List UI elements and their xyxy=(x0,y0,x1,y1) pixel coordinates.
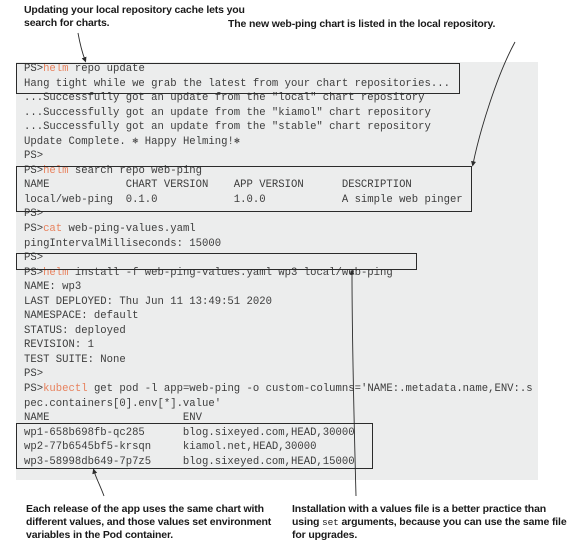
terminal-command-args: search repo web-ping xyxy=(68,164,203,177)
terminal-line: PS>helm repo update xyxy=(16,62,538,77)
terminal-line: PS>helm search repo web-ping xyxy=(16,164,538,179)
terminal-line: wp1-658b698fb-qc285 blog.sixeyed.com,HEA… xyxy=(24,426,355,439)
terminal-line: ...Successfully got an update from the "… xyxy=(24,106,431,119)
terminal-line: wp2-77b6545bf5-krsqn kiamol.net,HEAD,300… xyxy=(24,441,317,454)
terminal-prompt: PS> xyxy=(24,164,44,177)
terminal-prompt: PS> xyxy=(24,63,44,75)
terminal-line: NAMESPACE: default xyxy=(24,310,139,323)
terminal-line: TEST SUITE: None xyxy=(24,353,126,366)
terminal-line: PS>cat web-ping-values.yaml xyxy=(16,222,538,237)
terminal-line: pec.containers[0].env[*].value' xyxy=(24,397,222,410)
terminal-line: PS>helm install -f web-ping-values.yaml … xyxy=(16,266,538,281)
leader-top-left xyxy=(77,32,87,63)
terminal-window[interactable]: PS>helm repo update Hang tight while we g… xyxy=(16,62,538,480)
caption-bottom-left: Each release of the app uses the same ch… xyxy=(26,503,272,542)
terminal-command-args: install -f web-ping-values.yaml wp3 loca… xyxy=(68,266,393,279)
terminal-line: NAME: wp3 xyxy=(24,281,82,294)
terminal-line: PS> xyxy=(24,252,44,265)
terminal-line: PS> xyxy=(24,208,44,221)
terminal-line: PS> xyxy=(24,150,44,163)
caption-top-left: Updating your local repository cache let… xyxy=(24,4,245,30)
terminal-line: PS>kubectl get pod -l app=web-ping -o cu… xyxy=(16,382,538,397)
terminal-line: NAME CHART VERSION APP VERSION DESCRIPTI… xyxy=(24,179,412,192)
terminal-line: ...Successfully got an update from the "… xyxy=(24,92,425,105)
terminal-prompt: PS> xyxy=(24,223,44,236)
terminal-command-args: web-ping-values.yaml xyxy=(62,223,196,236)
terminal-command-keyword: kubectl xyxy=(43,383,88,396)
caption-bottom-right-code: set xyxy=(322,517,339,529)
terminal-line: Update Complete. ⎈ Happy Helming!⎈ xyxy=(24,135,241,148)
terminal-line: pingIntervalMilliseconds: 15000 xyxy=(24,237,222,250)
terminal-line: LAST DEPLOYED: Thu Jun 11 13:49:51 2020 xyxy=(24,295,272,308)
caption-top-right: The new web-ping chart is listed in the … xyxy=(228,18,496,30)
terminal-command-keyword: helm xyxy=(43,164,69,177)
terminal-line: ...Successfully got an update from the "… xyxy=(24,121,431,134)
terminal-output: PS>helm repo update Hang tight while we g… xyxy=(16,62,538,469)
terminal-line: REVISION: 1 xyxy=(24,339,94,352)
terminal-command-keyword: cat xyxy=(43,223,63,236)
terminal-command-args: get pod -l app=web-ping -o custom-column… xyxy=(87,383,533,396)
terminal-line: Hang tight while we grab the latest from… xyxy=(24,77,450,90)
terminal-line: wp3-58998db649-7p7z5 blog.sixeyed.com,HE… xyxy=(24,455,355,468)
terminal-command-keyword: helm xyxy=(43,63,69,75)
terminal-line: STATUS: deployed xyxy=(24,324,126,337)
terminal-command-args: repo update xyxy=(68,63,145,75)
caption-bottom-right: Installation with a values file is a bet… xyxy=(292,503,572,543)
terminal-prompt: PS> xyxy=(24,383,44,396)
terminal-line: NAME ENV xyxy=(24,412,203,425)
terminal-command-keyword: helm xyxy=(43,266,69,279)
terminal-line: PS> xyxy=(24,368,44,381)
terminal-line: local/web-ping 0.1.0 1.0.0 A simple web … xyxy=(24,193,463,206)
terminal-prompt: PS> xyxy=(24,266,44,279)
